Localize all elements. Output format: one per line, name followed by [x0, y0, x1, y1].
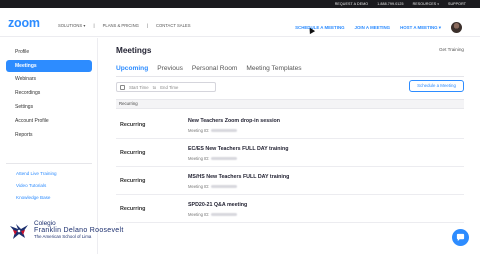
meeting-kind: Recurring — [120, 206, 146, 212]
chat-bubble-icon — [456, 233, 465, 242]
meeting-id-label: Meeting ID: — [188, 212, 210, 217]
meeting-id: Meeting ID: — [188, 212, 238, 217]
meeting-row[interactable]: Recurring New Teachers Zoom drop-in sess… — [116, 111, 464, 139]
meeting-id-redacted — [211, 129, 238, 133]
date-range-picker[interactable]: Start Time to End Time — [116, 82, 216, 92]
meeting-id-redacted — [211, 157, 238, 161]
nav-divider: | — [93, 23, 95, 28]
calendar-icon — [120, 84, 125, 90]
sidebar-item-reports[interactable]: Reports — [6, 129, 92, 141]
meeting-id-redacted — [211, 213, 238, 217]
chat-button[interactable] — [452, 229, 469, 246]
main-content: Meetings Get Training Upcoming Previous … — [98, 38, 480, 254]
nav-divider: | — [146, 23, 148, 28]
page-title: Meetings — [116, 46, 152, 55]
user-avatar[interactable] — [451, 22, 462, 33]
zoom-logo[interactable]: zoom — [8, 16, 40, 30]
meeting-id-redacted — [211, 185, 238, 189]
meeting-id-label: Meeting ID: — [188, 184, 210, 189]
resources-menu[interactable]: RESOURCES ▾ — [413, 2, 439, 6]
meeting-kind: Recurring — [120, 178, 146, 184]
solutions-label: SOLUTIONS — [58, 23, 83, 28]
sidebar-item-meetings[interactable]: Meetings — [6, 60, 92, 72]
nav-links: SOLUTIONS ▾ | PLANS & PRICING | CONTACT … — [58, 23, 191, 28]
top-utility-bar: REQUEST A DEMO 1.888.799.0125 RESOURCES … — [0, 0, 480, 8]
sidebar-item-recordings[interactable]: Recordings — [6, 87, 92, 99]
sidebar-item-profile[interactable]: Profile — [6, 46, 92, 58]
plans-pricing-link[interactable]: PLANS & PRICING — [103, 23, 139, 28]
meeting-id: Meeting ID: — [188, 156, 238, 161]
schedule-meeting-button[interactable]: Schedule a Meeting — [409, 80, 464, 92]
eagle-crest-icon — [10, 224, 28, 239]
meeting-kind: Recurring — [120, 122, 146, 128]
resources-label: RESOURCES — [412, 2, 437, 6]
recurring-section-header: Recurring — [116, 99, 464, 109]
join-meeting-link[interactable]: JOIN A MEETING — [355, 25, 391, 30]
caret-down-icon: ▾ — [437, 2, 439, 6]
meeting-id-label: Meeting ID: — [188, 128, 210, 133]
sidebar-item-settings[interactable]: Settings — [6, 101, 92, 113]
sidebar-item-account-profile[interactable]: Account Profile — [6, 115, 92, 127]
meeting-id: Meeting ID: — [188, 184, 238, 189]
caret-down-icon: ▾ — [83, 23, 86, 28]
get-training-link[interactable]: Get Training — [439, 47, 464, 52]
sidebar-item-webinars[interactable]: Webinars — [6, 73, 92, 85]
schedule-meeting-link[interactable]: SCHEDULE A MEETING — [295, 25, 344, 30]
meeting-topic-link[interactable]: SPD20-21 Q&A meeting — [188, 202, 247, 208]
date-range-separator: to — [152, 84, 157, 90]
knowledge-base-link[interactable]: Knowledge Base — [16, 195, 50, 200]
meeting-id-label: Meeting ID: — [188, 156, 210, 161]
solutions-menu[interactable]: SOLUTIONS ▾ — [58, 23, 85, 28]
meeting-row[interactable]: Recurring SPD20-21 Q&A meeting Meeting I… — [116, 195, 464, 223]
sidebar-divider — [6, 163, 92, 164]
host-meeting-label: HOST A MEETING — [400, 24, 438, 30]
support-link[interactable]: SUPPORT — [448, 2, 466, 6]
meeting-topic-link[interactable]: EC/ES New Teachers FULL DAY training — [188, 146, 288, 152]
meeting-id: Meeting ID: — [188, 128, 238, 133]
request-demo-link[interactable]: REQUEST A DEMO — [335, 2, 369, 6]
meeting-row[interactable]: Recurring MS/HS New Teachers FULL DAY tr… — [116, 167, 464, 195]
meeting-row[interactable]: Recurring EC/ES New Teachers FULL DAY tr… — [116, 139, 464, 167]
attend-live-training-link[interactable]: Attend Live Training — [16, 171, 57, 176]
meeting-topic-link[interactable]: MS/HS New Teachers FULL DAY training — [188, 174, 289, 180]
phone-number: 1.888.799.0125 — [377, 2, 404, 6]
contact-sales-link[interactable]: CONTACT SALES — [156, 23, 191, 28]
main-navigation: zoom SOLUTIONS ▾ | PLANS & PRICING | CON… — [0, 8, 480, 37]
host-meeting-menu[interactable]: HOST A MEETING ▾ — [400, 25, 441, 31]
end-time-field[interactable]: End Time — [160, 85, 178, 90]
nav-actions: SCHEDULE A MEETING JOIN A MEETING HOST A… — [295, 22, 462, 33]
tabs-divider — [116, 76, 464, 77]
meeting-topic-link[interactable]: New Teachers Zoom drop-in session — [188, 118, 280, 124]
video-tutorials-link[interactable]: Video Tutorials — [16, 183, 46, 188]
meeting-kind: Recurring — [120, 150, 146, 156]
start-time-field[interactable]: Start Time — [129, 85, 149, 90]
